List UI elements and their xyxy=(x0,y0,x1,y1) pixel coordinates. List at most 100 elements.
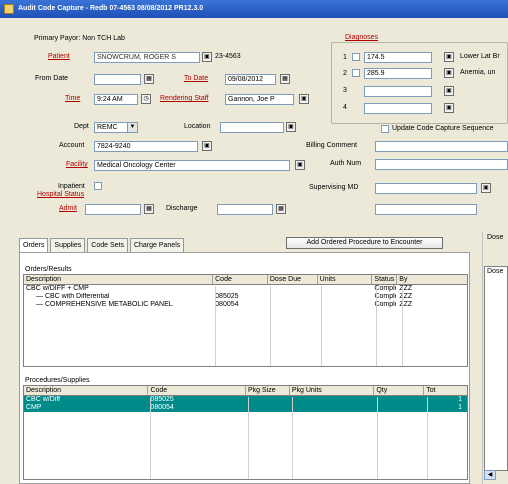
dx-2-lookup-icon[interactable]: ▣ xyxy=(444,68,454,78)
supply-description: CBC w/Diff xyxy=(26,396,61,403)
window-title: Audit Code Capture - Redb 07-4563 08/08/… xyxy=(18,5,204,12)
dept-label: Dept xyxy=(74,123,89,130)
supervising-md-field[interactable] xyxy=(375,183,477,194)
patient-link[interactable]: Patient xyxy=(48,53,70,60)
tab-orders[interactable]: Orders xyxy=(19,238,49,252)
rendering-staff-lookup-icon[interactable]: ▣ xyxy=(299,94,309,104)
to-date-calendar-icon[interactable]: ▦ xyxy=(280,74,290,84)
procedures-supplies-table[interactable]: Description Code Pkg Size Pkg Units Qty … xyxy=(23,385,468,480)
order-dose-due xyxy=(268,301,318,309)
tab-supplies[interactable]: Supplies xyxy=(50,238,86,252)
dx-4-code-field[interactable] xyxy=(364,103,432,114)
inpatient-label: Inpatient xyxy=(58,183,85,190)
patient-id: 23-4563 xyxy=(215,53,241,60)
dx-4-number: 4 xyxy=(343,104,347,111)
tab-code-sets[interactable]: Code Sets xyxy=(87,238,128,252)
orders-grid-line xyxy=(270,286,271,366)
table-row[interactable]: CBC w/Diff 085025 1 xyxy=(24,396,467,404)
from-date-field[interactable] xyxy=(94,74,141,85)
dx-1-code-field[interactable]: 174.5 xyxy=(364,52,432,63)
time-picker-icon[interactable]: ◷ xyxy=(141,94,151,104)
time-link[interactable]: Time xyxy=(65,95,80,102)
dept-select[interactable]: REMC ▼ xyxy=(94,122,138,133)
order-by: ZZZ xyxy=(399,293,413,300)
dx-1-checkbox[interactable] xyxy=(352,53,360,61)
order-dose-due xyxy=(268,293,318,301)
primary-payor-label: Primary Payor: Non TCH Lab xyxy=(34,35,125,42)
to-date-link[interactable]: To Date xyxy=(184,75,208,82)
dx-1-description: Lower Lat Br xyxy=(460,53,500,60)
supervising-md-lookup-icon[interactable]: ▣ xyxy=(481,183,491,193)
dx-2-number: 2 xyxy=(343,70,347,77)
dose-panel-label: Dose xyxy=(487,234,504,241)
supplies-col-tot: Tot xyxy=(426,387,436,394)
supplies-col-pkg-units: Pkg Units xyxy=(290,386,375,395)
table-row[interactable]: — COMPREHENSIVE METABOLIC PANEL 080054 C… xyxy=(24,301,467,309)
dx-2-description: Anemia, un xyxy=(460,69,496,76)
dx-3-lookup-icon[interactable]: ▣ xyxy=(444,86,454,96)
supply-qty xyxy=(374,404,424,412)
supplies-col-description: Description xyxy=(24,386,149,395)
supplies-section-label: Procedures/Supplies xyxy=(25,377,90,384)
table-row[interactable]: — CBC with Differential 085025 Complete … xyxy=(24,293,467,301)
location-field[interactable] xyxy=(220,122,284,133)
order-code xyxy=(213,285,268,293)
admit-link[interactable]: Admit xyxy=(59,205,77,212)
tab-charge-panels[interactable]: Charge Panels xyxy=(129,238,185,252)
time-field[interactable]: 9:24 AM xyxy=(94,94,138,105)
table-row[interactable]: CMP 080054 1 xyxy=(24,404,467,412)
admit-calendar-icon[interactable]: ▦ xyxy=(144,204,154,214)
update-code-capture-checkbox[interactable] xyxy=(381,125,389,133)
app-icon xyxy=(4,4,14,14)
billing-comment-field[interactable] xyxy=(375,141,508,152)
location-lookup-icon[interactable]: ▣ xyxy=(286,122,296,132)
orders-results-table[interactable]: Description Code Dose Due Units Status B… xyxy=(23,274,468,367)
dx-2-checkbox[interactable] xyxy=(352,69,360,77)
rendering-staff-field[interactable]: Gannon, Joe P xyxy=(225,94,294,105)
facility-field[interactable]: Medical Oncology Center xyxy=(94,160,290,171)
facility-lookup-icon[interactable]: ▣ xyxy=(295,160,305,170)
secondary-provider-field[interactable] xyxy=(375,204,477,215)
dx-2-code-field[interactable]: 285.9 xyxy=(364,68,432,79)
discharge-calendar-icon[interactable]: ▦ xyxy=(276,204,286,214)
billing-comment-label: Billing Comment xyxy=(306,142,357,149)
patient-lookup-icon[interactable]: ▣ xyxy=(202,52,212,62)
inpatient-checkbox[interactable] xyxy=(94,182,102,190)
orders-grid-line xyxy=(215,286,216,366)
orders-col-units: Units xyxy=(318,275,373,284)
to-date-field[interactable]: 09/08/2012 xyxy=(225,74,276,85)
diagnoses-label[interactable]: Diagnoses xyxy=(343,34,381,41)
account-field[interactable]: 7824-9240 xyxy=(94,141,198,152)
dx-3-code-field[interactable] xyxy=(364,86,432,97)
add-ordered-procedure-button[interactable]: Add Ordered Procedure to Encounter xyxy=(286,237,443,249)
rendering-staff-link[interactable]: Rendering Staff xyxy=(160,95,209,102)
dx-4-lookup-icon[interactable]: ▣ xyxy=(444,103,454,113)
orders-col-status: Status xyxy=(372,275,398,284)
supply-pkg-size xyxy=(246,404,290,412)
audit-code-capture-window: Audit Code Capture - Redb 07-4563 08/08/… xyxy=(0,0,508,484)
encounter-form: Primary Payor: Non TCH Lab Patient SNOWC… xyxy=(19,24,508,229)
hospital-status-link[interactable]: Hospital Status xyxy=(37,191,84,198)
dose-side-table[interactable]: Dose xyxy=(484,266,508,471)
supplies-grid-line xyxy=(292,397,293,479)
update-code-capture-label: Update Code Capture Sequence xyxy=(392,125,494,132)
from-date-calendar-icon[interactable]: ▦ xyxy=(144,74,154,84)
discharge-label: Discharge xyxy=(166,205,198,212)
supplies-grid-line xyxy=(427,397,428,479)
discharge-date-field[interactable] xyxy=(217,204,273,215)
auth-num-field[interactable] xyxy=(375,159,508,170)
order-by: ZZZ xyxy=(399,301,413,308)
patient-field[interactable]: SNOWCRUM, ROGER S xyxy=(94,52,200,63)
table-row[interactable]: CBC w/DIFF + CMP Complete ZZZ xyxy=(24,285,467,293)
supply-pkg-units xyxy=(290,404,375,412)
title-bar: Audit Code Capture - Redb 07-4563 08/08/… xyxy=(0,0,508,18)
dx-1-lookup-icon[interactable]: ▣ xyxy=(444,52,454,62)
admit-date-field[interactable] xyxy=(85,204,141,215)
chevron-down-icon[interactable]: ▼ xyxy=(127,123,137,132)
orders-section-label: Orders/Results xyxy=(25,266,72,273)
facility-link[interactable]: Facility xyxy=(66,161,88,168)
scroll-left-icon[interactable]: ◀ xyxy=(484,470,496,480)
order-units xyxy=(318,301,373,309)
account-lookup-icon[interactable]: ▣ xyxy=(202,141,212,151)
location-label: Location xyxy=(184,123,211,130)
